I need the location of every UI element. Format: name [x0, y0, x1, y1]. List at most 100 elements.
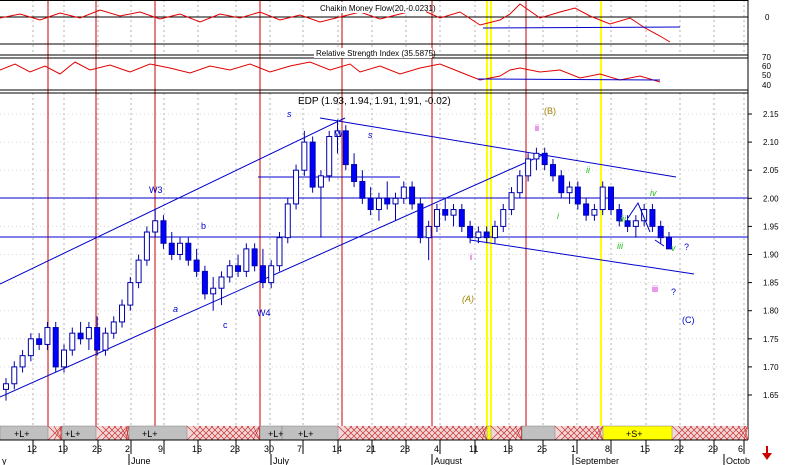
candle-body — [475, 231, 482, 239]
annotation-iii-green-2: iii — [620, 214, 627, 224]
chart-background — [0, 0, 788, 465]
candle-body — [19, 355, 26, 368]
x-day-label: 7 — [297, 444, 302, 454]
x-day-label: 15 — [640, 444, 650, 454]
candle-body — [599, 186, 606, 211]
candle — [276, 232, 283, 272]
x-day-label: 28 — [400, 444, 410, 454]
candle-body — [3, 383, 9, 390]
cmf-title: Chaikin Money Flow(20,-0.0231) — [320, 4, 436, 13]
candle-body — [491, 225, 498, 239]
candle-body — [467, 225, 474, 239]
candle-body — [558, 175, 565, 194]
annotation-b: b — [201, 221, 206, 231]
candle-body — [268, 265, 275, 284]
candle-body — [309, 141, 316, 188]
candle-body — [500, 209, 507, 227]
candle-body — [276, 237, 283, 267]
candle-body — [119, 304, 126, 323]
candle-body — [110, 321, 117, 334]
candle-body — [61, 349, 68, 368]
annotation-question-1: ? — [684, 242, 689, 252]
x-day-label: 30 — [264, 444, 274, 454]
y-tick-label: 1.75 — [763, 335, 779, 344]
x-day-label: 14 — [332, 444, 342, 454]
x-day-label: 12 — [27, 444, 37, 454]
candle-body — [135, 259, 142, 284]
x-month-label: July — [273, 456, 290, 465]
candle-body — [259, 265, 266, 284]
signal-label: +L+ — [65, 429, 81, 439]
signal-label: +S+ — [626, 429, 643, 439]
annotation-wave-c: (C) — [682, 315, 695, 325]
annotation-a: a — [173, 304, 178, 314]
x-month-label: August — [434, 456, 463, 465]
x-month-label: June — [131, 456, 151, 465]
candle-body — [85, 327, 92, 340]
annotation-iii-green: iii — [617, 241, 624, 251]
x-day-label: 21 — [366, 444, 376, 454]
candle-body — [193, 259, 200, 272]
candle-body — [566, 186, 573, 194]
candle-body — [243, 248, 250, 272]
stock-chart: Chaikin Money Flow(20,-0.0231) 0 Relativ… — [0, 0, 788, 465]
rsi-tick-60: 60 — [762, 62, 771, 71]
annotation-i-magenta: i — [470, 252, 472, 262]
x-month-label: y — [2, 456, 7, 465]
x-day-label: 25 — [537, 444, 547, 454]
candle-body — [400, 186, 407, 199]
candle-body — [44, 327, 51, 345]
main-chart-title: EDP (1.93, 1.94, 1.91, 1.91, -0.02) — [298, 96, 451, 107]
candle-body — [52, 327, 59, 368]
x-day-label: 29 — [708, 444, 718, 454]
candle — [309, 136, 316, 193]
annotation-s1: s — [287, 109, 292, 119]
candle-body — [293, 169, 300, 205]
rsi-tick-50: 50 — [762, 71, 771, 80]
candle-body — [185, 242, 192, 261]
candle-body — [458, 209, 465, 227]
candle-body — [574, 186, 581, 205]
y-tick-label: 2.05 — [763, 166, 779, 175]
x-day-label: 9 — [158, 444, 163, 454]
candle-body — [235, 265, 242, 272]
y-tick-label: 1.90 — [763, 251, 779, 260]
annotation-iv: iv — [650, 188, 657, 198]
annotation-c: c — [223, 320, 228, 330]
candle-body — [284, 203, 291, 239]
signal-segment — [128, 425, 188, 441]
annotation-wave-a: (A) — [462, 294, 474, 304]
annotation-w4: W4 — [257, 308, 271, 318]
x-day-label: 22 — [674, 444, 684, 454]
candle — [293, 164, 300, 210]
candle-body — [218, 276, 225, 289]
candle-body — [359, 180, 366, 199]
signal-label: +L+ — [298, 429, 314, 439]
candle-body — [483, 231, 490, 239]
x-month-label: September — [575, 456, 619, 465]
x-day-label: 23 — [230, 444, 240, 454]
x-day-label: 6 — [738, 444, 743, 454]
candle-body — [392, 197, 399, 205]
signal-label: +L+ — [142, 429, 158, 439]
x-day-label: 26 — [92, 444, 102, 454]
candle-body — [210, 287, 217, 295]
candle — [52, 321, 59, 373]
x-day-label: 2 — [125, 444, 130, 454]
y-tick-label: 1.80 — [763, 307, 779, 316]
candle-body — [102, 332, 109, 351]
candle-body — [69, 332, 76, 351]
y-tick-label: 1.65 — [763, 391, 779, 400]
signal-label: +L+ — [14, 429, 30, 439]
candle-body — [508, 192, 515, 211]
annotation-s2: s — [368, 130, 373, 140]
candle-body — [409, 186, 416, 205]
rsi-tick-40: 40 — [762, 81, 771, 90]
candle-body — [657, 225, 664, 239]
x-day-label: 1 — [571, 444, 576, 454]
annotation-ii-magenta: ii — [535, 123, 539, 133]
annotation-w5: W5 — [335, 130, 348, 139]
x-day-label: 16 — [192, 444, 202, 454]
candle-body — [77, 332, 84, 340]
candle-body — [425, 225, 432, 239]
